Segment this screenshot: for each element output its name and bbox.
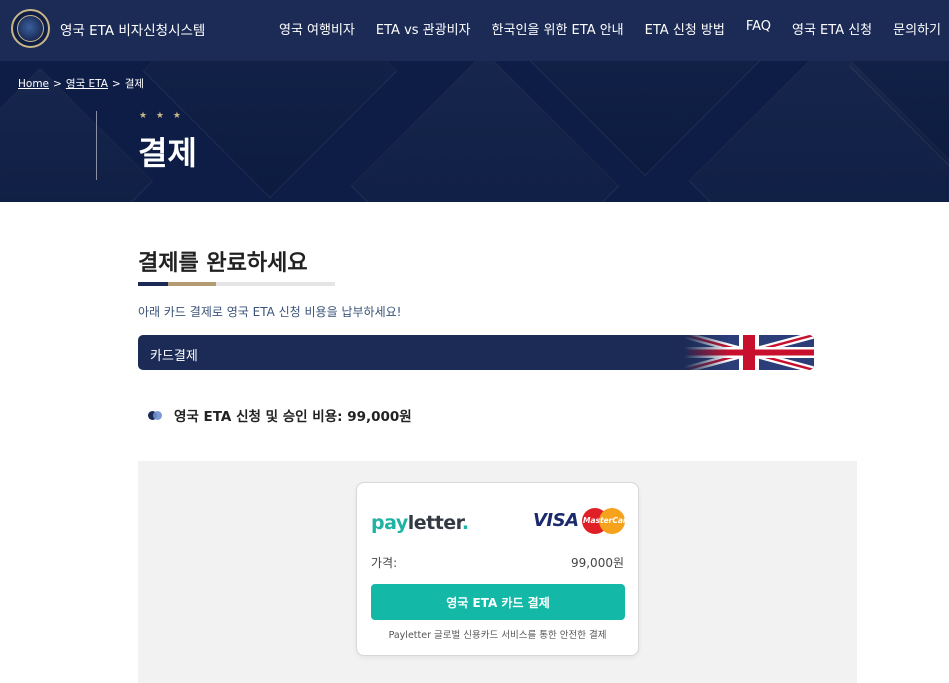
visa-logo: VISA [533, 510, 579, 531]
breadcrumb: Home > 영국 ETA > 결제 [18, 76, 144, 91]
main-nav: 영국 여행비자 ETA vs 관광비자 한국인을 위한 ETA 안내 ETA 신… [279, 19, 941, 38]
card-pay-button[interactable]: 영국 ETA 카드 결제 [371, 584, 625, 620]
nav-item-how-to-apply[interactable]: ETA 신청 방법 [645, 19, 725, 38]
site-logo-icon[interactable] [11, 9, 50, 48]
card-payment-label: 카드결제 [150, 349, 198, 364]
hero-divider [96, 111, 97, 180]
section-description: 아래 카드 결제로 영국 ETA 신청 비용을 납부하세요! [138, 305, 402, 319]
mastercard-logo: MasterCard [582, 508, 632, 534]
page-title: 결제 [138, 134, 197, 172]
payletter-logo: payletter. [371, 512, 469, 534]
breadcrumb-home[interactable]: Home [18, 78, 49, 90]
price-value: 99,000원 [570, 556, 624, 570]
breadcrumb-separator: > [111, 78, 121, 90]
nav-item-contact[interactable]: 문의하기 [893, 19, 941, 38]
nav-item-eta-vs-visa[interactable]: ETA vs 관광비자 [376, 19, 471, 38]
nav-item-faq[interactable]: FAQ [746, 19, 771, 38]
uk-flag-icon [684, 335, 814, 370]
site-brand[interactable]: 영국 ETA 비자신청시스템 [60, 19, 205, 39]
stars-decoration: ★ ★ ★ [139, 111, 184, 121]
card-payment-bar: 카드결제 [138, 335, 814, 370]
breadcrumb-separator: > [53, 78, 62, 90]
nav-item-apply-eta[interactable]: 영국 ETA 신청 [792, 19, 872, 38]
payment-card: payletter. VISA MasterCard 가격: 99,000원 영… [356, 482, 639, 656]
fee-text: 영국 ETA 신청 및 승인 비용: 99,000원 [174, 409, 412, 425]
nav-item-travel-visa[interactable]: 영국 여행비자 [279, 19, 355, 38]
bullet-icon [148, 410, 162, 420]
nav-item-korean-guide[interactable]: 한국인을 위한 ETA 안내 [492, 19, 624, 38]
top-navbar: 영국 ETA 비자신청시스템 영국 여행비자 ETA vs 관광비자 한국인을 … [0, 0, 949, 61]
fee-item: 영국 ETA 신청 및 승인 비용: 99,000원 [148, 405, 412, 425]
section-title: 결제를 완료하세요 [138, 251, 308, 276]
price-label: 가격: [371, 556, 398, 570]
title-underline [138, 282, 335, 286]
payment-note: Payletter 글로벌 신용카드 서비스를 통한 안전한 결제 [388, 630, 607, 641]
breadcrumb-current: 결제 [124, 78, 145, 90]
breadcrumb-eta[interactable]: 영국 ETA [66, 78, 108, 90]
page-hero: Home > 영국 ETA > 결제 ★ ★ ★ 결제 [0, 61, 949, 202]
